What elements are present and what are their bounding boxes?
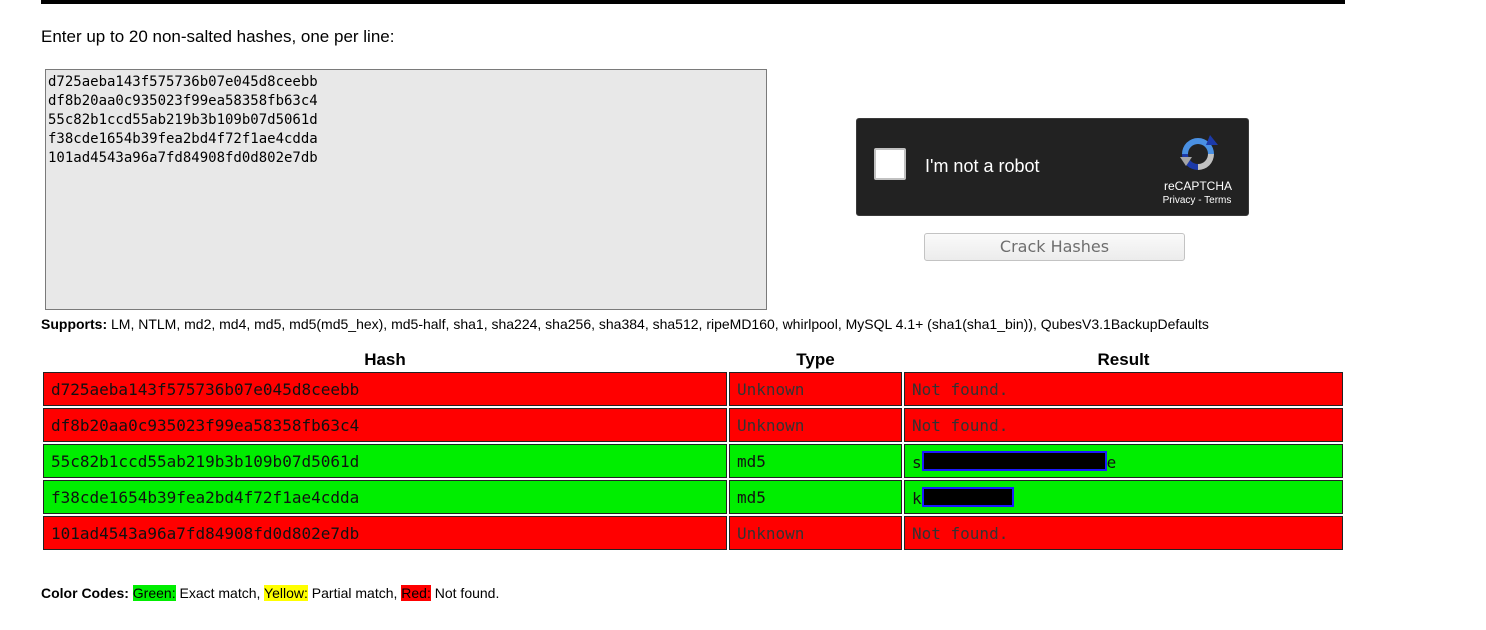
type-cell: Unknown [729,372,902,406]
recaptcha-label: I'm not a robot [925,156,1040,176]
result-cell: Not found. [904,408,1343,442]
recaptcha-terms-link[interactable]: Terms [1204,195,1231,206]
result-cell: se [904,444,1343,478]
redaction-block [921,486,1014,507]
hash-input-prompt: Enter up to 20 non-salted hashes, one pe… [41,27,395,46]
results-header-row: Hash Type Result [43,350,1343,370]
recaptcha-links-separator: - [1195,195,1205,206]
hash-cell: f38cde1654b39fea2bd4f72f1ae4cdda [43,480,727,514]
redaction-block [921,450,1107,471]
table-row: 55c82b1ccd55ab219b3b109b07d5061d md5 se [43,444,1343,478]
hash-input-textarea[interactable]: d725aeba143f575736b07e045d8ceebb df8b20a… [45,69,767,310]
type-cell: md5 [729,480,902,514]
recaptcha-links: Privacy - Terms [1147,195,1247,206]
top-border [41,0,1345,4]
legend-green-swatch: Green: [132,585,176,601]
result-cell: k [904,480,1343,514]
recaptcha-checkbox[interactable] [874,148,906,180]
recaptcha-brand: reCAPTCHA [1163,179,1232,193]
recaptcha-widget: I'm not a robot reCAPTCHA Privacy - Term… [856,118,1249,216]
supports-text: LM, NTLM, md2, md4, md5, md5(md5_hex), m… [107,316,1209,332]
header-result: Result [1097,350,1150,369]
recaptcha-logo-icon [1180,135,1218,170]
hash-cell: 101ad4543a96a7fd84908fd0d802e7db [43,516,727,550]
type-cell: Unknown [729,408,902,442]
legend-red-swatch: Red: [401,585,431,601]
result-prefix: k [912,488,922,508]
hash-cell: d725aeba143f575736b07e045d8ceebb [43,372,727,406]
legend-yellow-swatch: Yellow: [264,585,308,601]
results-table: Hash Type Result d725aeba143f575736b07e0… [41,348,1345,552]
recaptcha-privacy-link[interactable]: Privacy [1163,195,1196,206]
supported-algorithms: Supports: LM, NTLM, md2, md4, md5, md5(m… [41,316,1209,332]
type-cell: md5 [729,444,902,478]
supports-label: Supports: [41,316,108,332]
hash-cell: 55c82b1ccd55ab219b3b109b07d5061d [43,444,727,478]
result-prefix: s [912,452,922,472]
type-cell: Unknown [729,516,902,550]
legend-red-desc: Not found. [430,585,500,601]
result-cell: Not found. [904,516,1343,550]
legend-yellow-desc: Partial match, [307,585,402,601]
hash-cell: df8b20aa0c935023f99ea58358fb63c4 [43,408,727,442]
color-codes-legend: Color Codes: Green: Exact match, Yellow:… [41,585,499,601]
header-hash: Hash [364,350,406,369]
table-row: f38cde1654b39fea2bd4f72f1ae4cdda md5 k [43,480,1343,514]
legend-label: Color Codes: [41,585,129,601]
result-cell: Not found. [904,372,1343,406]
table-row: d725aeba143f575736b07e045d8ceebb Unknown… [43,372,1343,406]
crack-hashes-button[interactable]: Crack Hashes [924,233,1185,261]
header-type: Type [796,350,835,369]
legend-green-desc: Exact match, [175,585,265,601]
table-row: 101ad4543a96a7fd84908fd0d802e7db Unknown… [43,516,1343,550]
result-suffix: e [1106,452,1117,472]
table-row: df8b20aa0c935023f99ea58358fb63c4 Unknown… [43,408,1343,442]
